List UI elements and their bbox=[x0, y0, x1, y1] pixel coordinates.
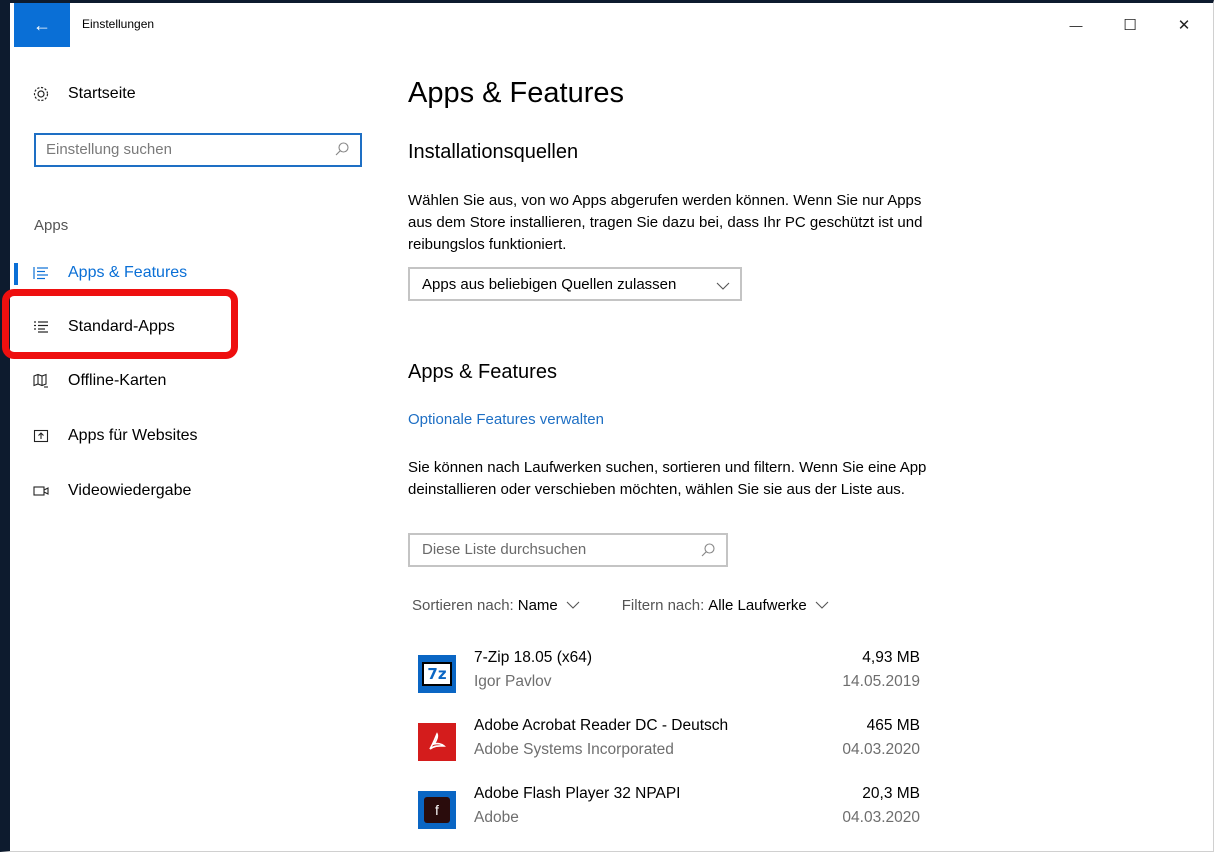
app-size: 20,3 MB bbox=[862, 785, 920, 802]
sidebar-item-label: Apps & Features bbox=[68, 264, 188, 281]
sidebar-item-apps-features[interactable]: Apps & Features bbox=[10, 251, 382, 295]
app-list-item[interactable]: Adobe Acrobat Reader DC - Deutsch Adobe … bbox=[408, 717, 920, 777]
app-publisher: Adobe Systems Incorporated bbox=[474, 741, 674, 758]
app-date: 14.05.2019 bbox=[842, 673, 920, 690]
app-name: Adobe Acrobat Reader DC - Deutsch bbox=[474, 717, 729, 734]
chevron-down-icon bbox=[815, 597, 829, 614]
minimize-button[interactable]: — bbox=[1049, 3, 1103, 47]
app-date: 04.03.2020 bbox=[842, 741, 920, 758]
chevron-down-icon bbox=[566, 597, 580, 614]
sort-dropdown[interactable]: Sortieren nach: Name bbox=[412, 597, 622, 614]
close-icon: ✕ bbox=[1177, 17, 1191, 34]
app-list-search-box[interactable] bbox=[408, 533, 728, 567]
default-apps-icon bbox=[32, 318, 50, 336]
app-name: 7-Zip 18.05 (x64) bbox=[474, 649, 593, 666]
flash-icon: f bbox=[418, 791, 456, 829]
maximize-icon: ☐ bbox=[1123, 17, 1137, 34]
window-title: Einstellungen bbox=[82, 17, 155, 31]
sort-value: Name bbox=[517, 597, 558, 614]
sidebar-item-label: Offline-Karten bbox=[68, 372, 167, 389]
sidebar-item-label: Apps für Websites bbox=[68, 427, 198, 444]
optional-features-link[interactable]: Optionale Features verwalten bbox=[408, 411, 604, 428]
map-icon bbox=[32, 372, 50, 390]
app-list-item[interactable]: f Adobe Flash Player 32 NPAPI Adobe 20,3… bbox=[408, 785, 920, 845]
sort-label: Sortieren nach: bbox=[412, 597, 514, 614]
app-publisher: Adobe bbox=[474, 809, 519, 826]
list-icon bbox=[32, 264, 50, 282]
install-sources-description: Wählen Sie aus, von wo Apps abgerufen we… bbox=[408, 192, 923, 253]
sort-filter-row: Sortieren nach: Name Filtern nach: Alle … bbox=[412, 597, 829, 614]
filter-label: Filtern nach: bbox=[621, 597, 705, 614]
sidebar-item-apps-for-websites[interactable]: Apps für Websites bbox=[10, 414, 382, 458]
app-name: Adobe Flash Player 32 NPAPI bbox=[474, 785, 681, 802]
main-content: Apps & Features Installationsquellen Wäh… bbox=[408, 47, 1213, 851]
sidebar-item-standard-apps[interactable]: Standard-Apps bbox=[10, 305, 382, 349]
7zip-icon-glyph: 7z bbox=[422, 662, 452, 686]
home-label: Startseite bbox=[68, 85, 136, 102]
install-sources-heading: Installationsquellen bbox=[408, 141, 579, 163]
filter-value: Alle Laufwerke bbox=[708, 597, 807, 614]
gear-icon bbox=[30, 85, 52, 103]
settings-search-box[interactable] bbox=[34, 133, 362, 167]
flash-icon-glyph: f bbox=[424, 797, 450, 823]
app-list-search-input[interactable] bbox=[422, 541, 682, 558]
app-size: 465 MB bbox=[866, 717, 920, 734]
search-icon bbox=[700, 542, 716, 558]
page-title: Apps & Features bbox=[408, 77, 624, 109]
sidebar-item-label: Standard-Apps bbox=[68, 318, 175, 335]
filter-dropdown[interactable]: Filtern nach: Alle Laufwerke bbox=[622, 597, 829, 614]
maximize-button[interactable]: ☐ bbox=[1103, 3, 1157, 47]
chevron-down-icon bbox=[716, 278, 730, 295]
sidebar: Startseite Apps Apps & Features Standard… bbox=[2, 47, 382, 851]
app-size: 4,93 MB bbox=[862, 649, 920, 666]
web-app-icon bbox=[32, 427, 50, 445]
video-icon bbox=[32, 482, 50, 500]
dropdown-value: Apps aus beliebigen Quellen zulassen bbox=[422, 275, 677, 293]
sidebar-item-video-playback[interactable]: Videowiedergabe bbox=[10, 469, 382, 513]
app-publisher: Igor Pavlov bbox=[474, 673, 552, 690]
back-arrow-icon: ← bbox=[33, 14, 51, 35]
sidebar-item-label: Videowiedergabe bbox=[68, 482, 192, 499]
back-button[interactable]: ← bbox=[14, 3, 70, 47]
section-label-apps: Apps bbox=[34, 217, 69, 234]
sidebar-item-offline-maps[interactable]: Offline-Karten bbox=[10, 359, 382, 403]
apps-features-description: Sie können nach Laufwerken suchen, sorti… bbox=[408, 459, 927, 498]
settings-window: ← Einstellungen — ☐ ✕ Startseite Apps bbox=[0, 0, 1214, 852]
install-sources-dropdown[interactable]: Apps aus beliebigen Quellen zulassen bbox=[408, 267, 742, 301]
close-button[interactable]: ✕ bbox=[1157, 3, 1211, 47]
home-link[interactable]: Startseite bbox=[30, 85, 136, 103]
title-bar: ← Einstellungen — ☐ ✕ bbox=[10, 3, 1213, 47]
minimize-icon: — bbox=[1069, 17, 1083, 33]
acrobat-icon bbox=[418, 723, 456, 761]
7zip-icon: 7z bbox=[418, 655, 456, 693]
search-icon bbox=[334, 141, 350, 157]
app-list-item[interactable]: 7z 7-Zip 18.05 (x64) Igor Pavlov 4,93 MB… bbox=[408, 649, 920, 709]
apps-features-heading: Apps & Features bbox=[408, 361, 557, 383]
active-indicator bbox=[14, 263, 18, 285]
settings-search-input[interactable] bbox=[46, 141, 326, 158]
app-date: 04.03.2020 bbox=[842, 809, 920, 826]
